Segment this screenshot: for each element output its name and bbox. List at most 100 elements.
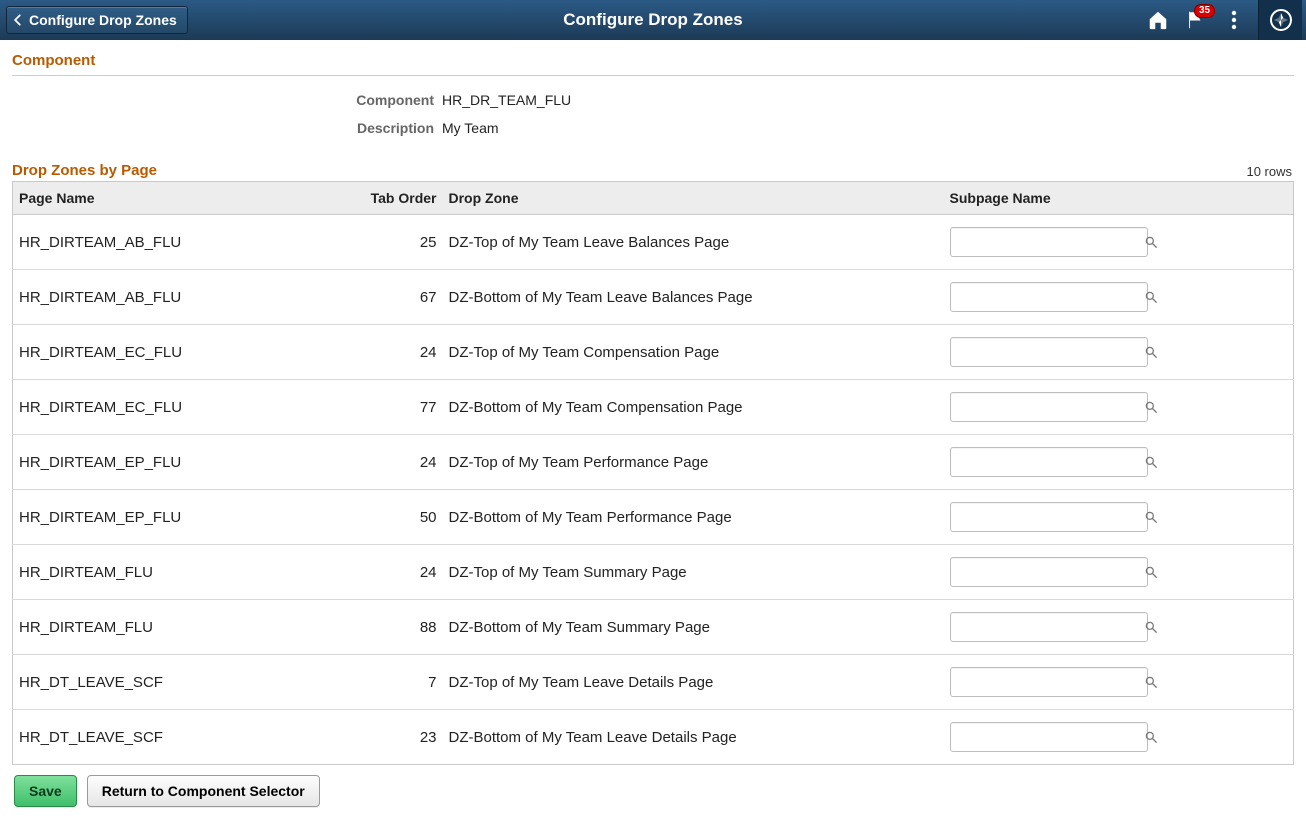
component-value: HR_DR_TEAM_FLU <box>442 92 571 108</box>
cell-tab-order: 67 <box>353 270 443 325</box>
cell-drop-zone: DZ-Top of My Team Summary Page <box>443 545 944 600</box>
cell-tab-order: 25 <box>353 215 443 270</box>
cell-subpage <box>944 600 1294 655</box>
cell-tab-order: 24 <box>353 325 443 380</box>
dropzones-grid: Page Name Tab Order Drop Zone Subpage Na… <box>12 181 1294 765</box>
lookup-icon <box>1144 400 1158 414</box>
subpage-input[interactable] <box>951 503 1144 531</box>
lookup-icon <box>1144 620 1158 634</box>
cell-subpage <box>944 710 1294 765</box>
subpage-lookup-button[interactable] <box>1144 613 1158 641</box>
lookup-icon <box>1144 235 1158 249</box>
cell-page-name: HR_DIRTEAM_EP_FLU <box>13 490 353 545</box>
col-header-subpage-name[interactable]: Subpage Name <box>944 182 1294 215</box>
cell-subpage <box>944 490 1294 545</box>
subpage-input[interactable] <box>951 393 1144 421</box>
subpage-input[interactable] <box>951 283 1144 311</box>
component-label: Component <box>12 92 442 108</box>
subpage-input[interactable] <box>951 613 1144 641</box>
cell-page-name: HR_DIRTEAM_EC_FLU <box>13 380 353 435</box>
cell-page-name: HR_DIRTEAM_AB_FLU <box>13 215 353 270</box>
home-button[interactable] <box>1144 6 1172 34</box>
actions-menu-button[interactable] <box>1220 6 1248 34</box>
cell-subpage <box>944 435 1294 490</box>
component-details: Component HR_DR_TEAM_FLU Description My … <box>12 76 1294 158</box>
lookup-icon <box>1144 675 1158 689</box>
subpage-lookup <box>950 667 1148 697</box>
subpage-lookup <box>950 392 1148 422</box>
description-label: Description <box>12 120 442 136</box>
cell-subpage <box>944 545 1294 600</box>
cell-drop-zone: DZ-Top of My Team Leave Balances Page <box>443 215 944 270</box>
subpage-lookup <box>950 722 1148 752</box>
cell-tab-order: 24 <box>353 545 443 600</box>
col-header-tab-order[interactable]: Tab Order <box>353 182 443 215</box>
subpage-lookup-button[interactable] <box>1144 558 1158 586</box>
subpage-lookup-button[interactable] <box>1144 283 1158 311</box>
lookup-icon <box>1144 730 1158 744</box>
subpage-lookup <box>950 227 1148 257</box>
subpage-input[interactable] <box>951 228 1144 256</box>
subpage-input[interactable] <box>951 723 1144 751</box>
lookup-icon <box>1144 510 1158 524</box>
cell-drop-zone: DZ-Bottom of My Team Performance Page <box>443 490 944 545</box>
table-row: HR_DIRTEAM_EC_FLU 24 DZ-Top of My Team C… <box>13 325 1294 380</box>
subpage-lookup-button[interactable] <box>1144 228 1158 256</box>
notifications-button[interactable]: 35 <box>1182 6 1210 34</box>
home-icon <box>1147 9 1169 31</box>
table-row: HR_DIRTEAM_FLU 24 DZ-Top of My Team Summ… <box>13 545 1294 600</box>
subpage-input[interactable] <box>951 338 1144 366</box>
subpage-input[interactable] <box>951 558 1144 586</box>
row-count: 10 rows <box>1246 164 1294 181</box>
subpage-lookup-button[interactable] <box>1144 503 1158 531</box>
subpage-input[interactable] <box>951 668 1144 696</box>
cell-subpage <box>944 270 1294 325</box>
cell-tab-order: 23 <box>353 710 443 765</box>
cell-page-name: HR_DIRTEAM_EP_FLU <box>13 435 353 490</box>
compass-icon <box>1269 8 1293 32</box>
cell-tab-order: 88 <box>353 600 443 655</box>
cell-page-name: HR_DIRTEAM_FLU <box>13 545 353 600</box>
subpage-lookup-button[interactable] <box>1144 668 1158 696</box>
back-button-label: Configure Drop Zones <box>29 12 177 28</box>
subpage-lookup-button[interactable] <box>1144 448 1158 476</box>
table-row: HR_DIRTEAM_FLU 88 DZ-Bottom of My Team S… <box>13 600 1294 655</box>
back-button[interactable]: Configure Drop Zones <box>6 6 188 34</box>
section-heading-component: Component <box>12 48 1294 76</box>
subpage-lookup-button[interactable] <box>1144 723 1158 751</box>
cell-page-name: HR_DT_LEAVE_SCF <box>13 655 353 710</box>
cell-page-name: HR_DIRTEAM_EC_FLU <box>13 325 353 380</box>
section-heading-dropzones: Drop Zones by Page <box>12 158 157 181</box>
cell-page-name: HR_DT_LEAVE_SCF <box>13 710 353 765</box>
subpage-lookup <box>950 282 1148 312</box>
col-header-page-name[interactable]: Page Name <box>13 182 353 215</box>
cell-tab-order: 24 <box>353 435 443 490</box>
cell-subpage <box>944 655 1294 710</box>
navbar-button[interactable] <box>1258 0 1302 40</box>
save-button[interactable]: Save <box>14 775 77 807</box>
col-header-drop-zone[interactable]: Drop Zone <box>443 182 944 215</box>
return-button[interactable]: Return to Component Selector <box>87 775 320 807</box>
cell-drop-zone: DZ-Top of My Team Compensation Page <box>443 325 944 380</box>
cell-drop-zone: DZ-Bottom of My Team Summary Page <box>443 600 944 655</box>
cell-page-name: HR_DIRTEAM_AB_FLU <box>13 270 353 325</box>
table-row: HR_DIRTEAM_EP_FLU 24 DZ-Top of My Team P… <box>13 435 1294 490</box>
lookup-icon <box>1144 565 1158 579</box>
cell-drop-zone: DZ-Top of My Team Leave Details Page <box>443 655 944 710</box>
table-row: HR_DT_LEAVE_SCF 23 DZ-Bottom of My Team … <box>13 710 1294 765</box>
table-row: HR_DIRTEAM_EP_FLU 50 DZ-Bottom of My Tea… <box>13 490 1294 545</box>
lookup-icon <box>1144 290 1158 304</box>
subpage-lookup <box>950 447 1148 477</box>
table-row: HR_DIRTEAM_AB_FLU 25 DZ-Top of My Team L… <box>13 215 1294 270</box>
cell-page-name: HR_DIRTEAM_FLU <box>13 600 353 655</box>
subpage-lookup-button[interactable] <box>1144 338 1158 366</box>
description-value: My Team <box>442 120 499 136</box>
cell-tab-order: 7 <box>353 655 443 710</box>
cell-subpage <box>944 380 1294 435</box>
app-banner: Configure Drop Zones Configure Drop Zone… <box>0 0 1306 40</box>
cell-subpage <box>944 215 1294 270</box>
chevron-left-icon <box>11 13 25 27</box>
subpage-lookup-button[interactable] <box>1144 393 1158 421</box>
cell-drop-zone: DZ-Bottom of My Team Leave Details Page <box>443 710 944 765</box>
subpage-input[interactable] <box>951 448 1144 476</box>
